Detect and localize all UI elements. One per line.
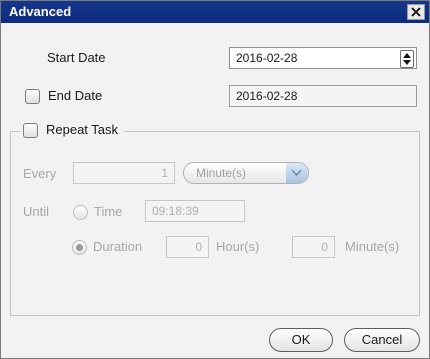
end-date-checkbox[interactable]: [25, 89, 40, 104]
cancel-button[interactable]: Cancel: [344, 328, 420, 352]
duration-radio[interactable]: [72, 240, 87, 255]
start-date-label: Start Date: [47, 50, 106, 65]
end-date-field[interactable]: 2016-02-28: [229, 85, 417, 107]
unit-select-arrow[interactable]: [286, 163, 308, 183]
duration-minutes-field[interactable]: 0: [292, 236, 335, 258]
repeat-task-legend: Repeat Task Repeat Task: [21, 119, 125, 141]
advanced-dialog: Advanced Start Date 2016-02-28 End Date …: [0, 0, 430, 359]
end-date-value: 2016-02-28: [236, 89, 298, 103]
every-value: 1: [161, 166, 168, 180]
dialog-title: Advanced: [9, 4, 72, 19]
start-date-spinner[interactable]: [400, 50, 414, 68]
repeat-task-group: [10, 131, 420, 316]
close-button[interactable]: [407, 4, 425, 20]
chevron-down-icon: [291, 169, 302, 176]
duration-option-label: Duration: [93, 239, 143, 254]
title-bar: Advanced: [1, 1, 429, 23]
time-option-label: Time: [94, 204, 123, 219]
repeat-task-label: Repeat Task: [46, 122, 119, 137]
every-label: Every: [23, 166, 57, 181]
every-value-field[interactable]: 1: [73, 162, 175, 184]
duration-radio-selected-dot: [76, 244, 83, 251]
start-date-value: 2016-02-28: [236, 51, 298, 65]
repeat-task-checkbox[interactable]: [23, 123, 38, 138]
unit-select[interactable]: Minute(s): [183, 162, 309, 184]
duration-hours-value: 0: [195, 240, 202, 254]
until-label: Until: [23, 204, 50, 219]
time-radio[interactable]: [73, 205, 88, 220]
minutes-unit-label: Minute(s): [345, 239, 400, 254]
ok-button[interactable]: OK: [269, 328, 333, 352]
close-x-icon: [411, 7, 421, 17]
end-date-label: End Date: [48, 88, 103, 103]
up-down-spinner-icon: [403, 53, 411, 65]
duration-minutes-value: 0: [321, 240, 328, 254]
time-value: 09:18:39: [152, 204, 199, 218]
start-date-field[interactable]: 2016-02-28: [229, 47, 417, 69]
unit-select-value: Minute(s): [196, 166, 247, 180]
hours-unit-label: Hour(s): [216, 239, 260, 254]
duration-hours-field[interactable]: 0: [166, 236, 209, 258]
time-field[interactable]: 09:18:39: [145, 200, 245, 222]
